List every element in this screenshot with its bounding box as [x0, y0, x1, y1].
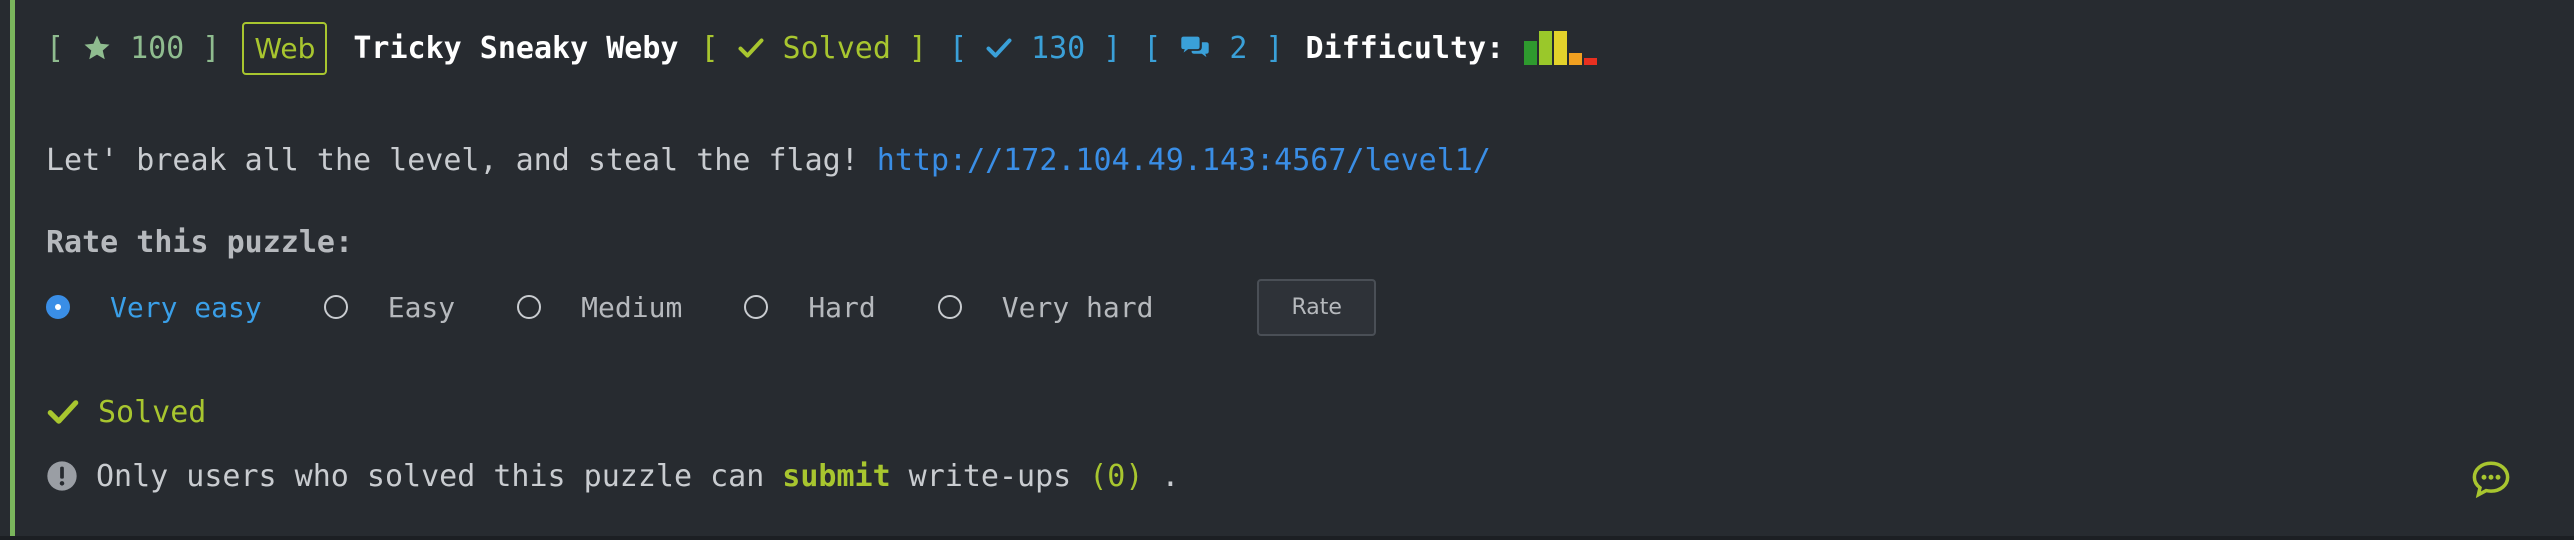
solved-indicator-border: [10, 0, 15, 540]
challenge-description: Let' break all the level, and steal the …: [46, 138, 1491, 182]
challenge-header: [ 100 ] Web Tricky Sneaky Weby [ Solved …: [46, 18, 1598, 78]
solved-badge: [ Solved ]: [700, 30, 927, 66]
challenge-title: Tricky Sneaky Weby: [353, 30, 679, 66]
writeups-notice: Only users who solved this puzzle can su…: [46, 452, 1179, 500]
rate-label: Rate this puzzle:: [46, 224, 354, 260]
challenge-link[interactable]: http://172.104.49.143:4567/level1/: [877, 143, 1491, 178]
radio-very-easy[interactable]: [46, 295, 70, 319]
radio-easy[interactable]: [323, 295, 348, 319]
radio-hard[interactable]: [744, 295, 769, 319]
comments-count: 2: [1229, 30, 1248, 66]
description-text: Let' break all the level, and steal the …: [46, 142, 859, 178]
submit-writeup-link[interactable]: submit: [782, 459, 890, 494]
difficulty-bar: [1569, 53, 1583, 65]
check-icon: [47, 400, 79, 424]
exclamation-circle-icon: [47, 461, 77, 491]
bracket-open: [: [46, 30, 65, 66]
difficulty-label: Difficulty:: [1305, 30, 1505, 66]
difficulty-bar: [1539, 31, 1553, 65]
comments-count-badge[interactable]: [ 2 ]: [1143, 31, 1283, 66]
radio-medium[interactable]: [517, 295, 542, 319]
chat-bubble-icon[interactable]: [2470, 458, 2512, 500]
rating-option-very-hard[interactable]: Very hard: [937, 291, 1153, 324]
rating-option-hard[interactable]: Hard: [744, 291, 876, 324]
rating-option-very-easy[interactable]: Very easy: [46, 291, 262, 324]
difficulty-meter: [1524, 31, 1598, 65]
radio-very-hard[interactable]: [937, 295, 962, 319]
solves-count: 130: [1031, 30, 1086, 66]
challenge-panel: [ 100 ] Web Tricky Sneaky Weby [ Solved …: [0, 0, 2574, 540]
rating-option-medium[interactable]: Medium: [517, 291, 682, 324]
writeups-text-after: write-ups: [908, 458, 1072, 494]
solved-status: Solved: [46, 390, 206, 434]
difficulty-bar: [1524, 41, 1538, 65]
bracket-close: ]: [202, 30, 221, 66]
solved-status-label: Solved: [98, 394, 207, 430]
solved-badge-label: Solved: [782, 30, 891, 66]
check-icon: [738, 38, 764, 58]
rate-button[interactable]: Rate: [1257, 278, 1376, 336]
rating-form: Very easy Easy Medium Hard Very hard Rat…: [46, 278, 1376, 336]
panel-bottom-divider: [0, 536, 2574, 540]
points-badge: [ 100 ]: [46, 31, 220, 66]
difficulty-bar: [1554, 31, 1568, 65]
solves-count-badge: [ 130 ]: [948, 30, 1122, 66]
rating-option-easy[interactable]: Easy: [323, 291, 455, 324]
difficulty-bar: [1584, 58, 1598, 65]
points-value: 100: [130, 30, 185, 66]
comments-icon: [1181, 36, 1210, 58]
writeups-text-before: Only users who solved this puzzle can: [96, 458, 765, 494]
star-icon: [84, 35, 110, 60]
check-icon: [986, 38, 1012, 58]
writeups-period: .: [1161, 458, 1180, 494]
category-badge[interactable]: Web: [242, 21, 328, 75]
writeups-count[interactable]: (0): [1089, 459, 1143, 494]
